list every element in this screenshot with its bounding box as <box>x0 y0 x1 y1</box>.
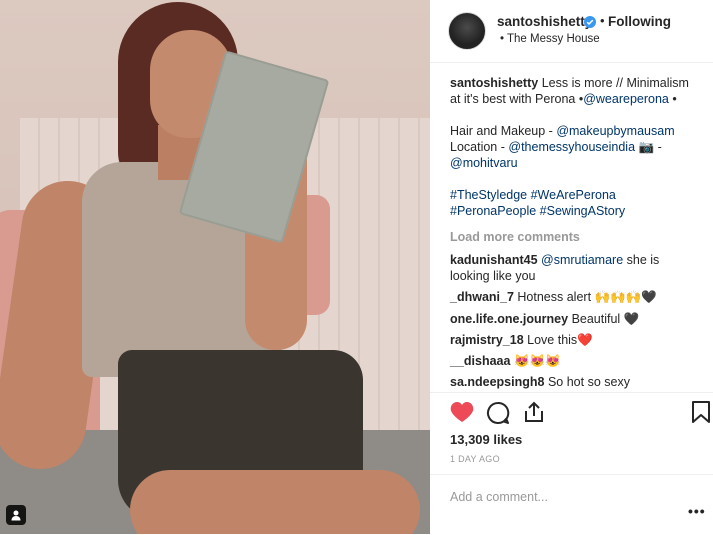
comment-item: sa.ndeepsingh8 So hot so sexy <box>450 374 710 390</box>
hashtag-link[interactable]: #TheStyledge #WeArePerona <box>450 188 616 202</box>
verified-icon <box>584 16 596 28</box>
user-tag-icon[interactable] <box>6 505 26 525</box>
comment-username[interactable]: kadunishant45 <box>450 253 538 267</box>
comment-item: kadunishant45 @smrutiamare she is lookin… <box>450 252 710 284</box>
comment-username[interactable]: rajmistry_18 <box>450 333 524 347</box>
comment-icon[interactable] <box>486 401 510 425</box>
comment-item: __dishaaa 😻😻😻 <box>450 353 710 369</box>
hashtag-link[interactable]: #PeronaPeople #SewingAStory <box>450 204 625 218</box>
mention-link[interactable]: @mohitvaru <box>450 156 518 170</box>
comment-item: one.life.one.journey Beautiful 🖤 <box>450 311 710 327</box>
caption-text: Less is more // Minimalism <box>541 76 689 90</box>
mention-link[interactable]: @makeupbymausam <box>556 124 674 138</box>
comment-text: Beautiful 🖤 <box>571 312 640 326</box>
comment-text: 😻😻😻 <box>513 354 561 368</box>
mention-link[interactable]: @themessyhouseindia <box>508 140 635 154</box>
comment-username[interactable]: one.life.one.journey <box>450 312 568 326</box>
mention-link[interactable]: @smrutiamare <box>541 253 623 267</box>
more-options-button[interactable]: ••• <box>688 503 706 519</box>
post-header: santoshishetty • Following • The Messy H… <box>430 0 713 63</box>
caption-text: Location - <box>450 140 509 154</box>
post-side-panel: santoshishetty • Following • The Messy H… <box>430 0 713 534</box>
comment-item: _dhwani_7 Hotness alert 🙌🙌🙌🖤 <box>450 289 710 305</box>
timestamp[interactable]: 1 DAY AGO <box>450 454 500 464</box>
caption: santoshishetty Less is more // Minimalis… <box>450 75 710 219</box>
header-username[interactable]: santoshishetty <box>497 14 592 29</box>
comment-text: Hotness alert 🙌🙌🙌🖤 <box>517 290 657 304</box>
caption-author[interactable]: santoshishetty <box>450 76 538 90</box>
comment-username[interactable]: __dishaaa <box>450 354 510 368</box>
heart-icon[interactable] <box>450 401 474 423</box>
comment-text: So hot so sexy <box>547 375 630 389</box>
header-separator: • <box>600 13 605 28</box>
comment-text: looking like you <box>450 269 536 283</box>
caption-text: Hair and Makeup - <box>450 124 557 138</box>
mention-link[interactable]: @weareperona <box>583 92 669 106</box>
likes-count[interactable]: 13,309 likes <box>450 432 522 447</box>
location-link[interactable]: • The Messy House <box>500 33 600 45</box>
comment-item: rajmistry_18 Love this❤️ <box>450 332 710 348</box>
post-photo[interactable] <box>0 0 430 534</box>
model-leg <box>130 470 420 534</box>
caption-text: • <box>668 92 677 106</box>
comment-username[interactable]: _dhwani_7 <box>450 290 514 304</box>
load-more-comments[interactable]: Load more comments <box>450 229 710 245</box>
caption-text: - <box>654 140 662 154</box>
bookmark-icon[interactable] <box>692 401 710 423</box>
comment-username[interactable]: sa.ndeepsingh8 <box>450 375 544 389</box>
comment-text: Love this❤️ <box>527 333 593 347</box>
comment-box: Add a comment... ••• <box>430 474 713 535</box>
camera-emoji: 📷 <box>638 140 655 154</box>
share-icon[interactable] <box>522 400 546 424</box>
comment-text: she is <box>623 253 660 267</box>
action-bar-divider <box>430 392 713 394</box>
following-button[interactable]: Following <box>608 14 671 29</box>
avatar[interactable] <box>448 12 486 50</box>
caption-text: at it's best with Perona • <box>450 92 584 106</box>
add-comment-input[interactable]: Add a comment... <box>450 490 548 504</box>
